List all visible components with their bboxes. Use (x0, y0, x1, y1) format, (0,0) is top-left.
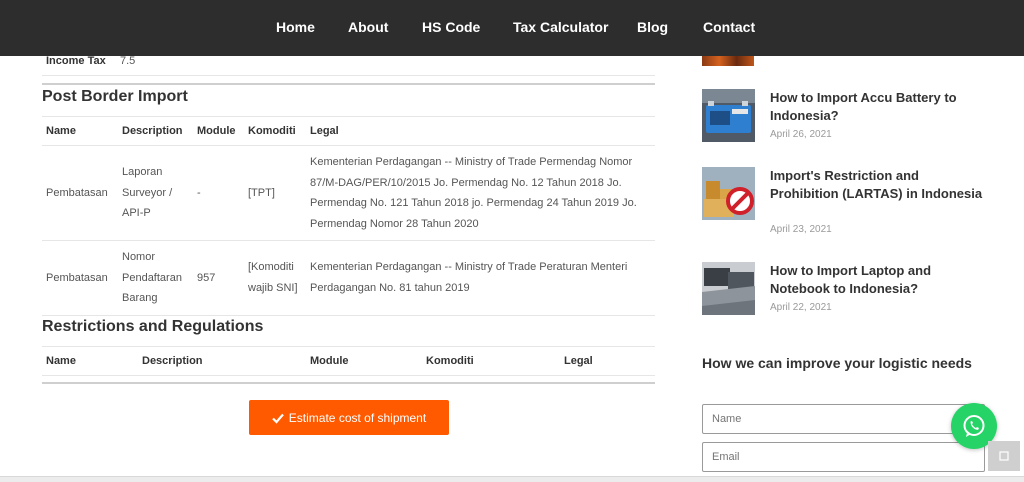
column-header-description: Description (118, 116, 193, 146)
scroll-to-top-button[interactable] (988, 441, 1020, 471)
whatsapp-icon (963, 415, 985, 437)
column-header-name: Name (42, 346, 138, 376)
table-header-row: Name Description Module Komoditi Legal (42, 116, 655, 146)
cell-module: 957 (193, 240, 244, 316)
nav-item-home[interactable]: Home (276, 19, 315, 35)
sidebar-post-date: April 23, 2021 (770, 224, 832, 235)
table-row: Pembatasan Laporan Surveyor / API-P - [T… (42, 145, 655, 241)
laptop-thumbnail[interactable] (702, 262, 755, 315)
post-border-import-title: Post Border Import (42, 88, 188, 105)
restriction-thumbnail[interactable] (702, 167, 755, 220)
cell-legal: Kementerian Perdagangan -- Ministry of T… (306, 240, 655, 316)
email-field[interactable] (702, 442, 985, 472)
sidebar-post-title[interactable]: How to Import Accu Battery to Indonesia? (770, 89, 985, 124)
section-divider (42, 83, 655, 85)
sidebar-post-date: April 22, 2021 (770, 302, 832, 313)
column-header-legal: Legal (560, 346, 655, 376)
check-icon (272, 413, 284, 424)
sidebar-post-date: April 26, 2021 (770, 129, 832, 140)
nav-item-tax-calculator[interactable]: Tax Calculator (513, 19, 608, 35)
column-header-description: Description (138, 346, 306, 376)
column-header-komoditi: Komoditi (244, 116, 306, 146)
nav-item-contact[interactable]: Contact (703, 19, 755, 35)
cell-module: - (193, 145, 244, 241)
column-header-module: Module (306, 346, 422, 376)
battery-thumbnail[interactable] (702, 89, 755, 142)
main-content: Income Tax 7.5 Post Border Import Name D… (0, 0, 680, 482)
table-row: Pembatasan Nomor Pendaftaran Barang 957 … (42, 240, 655, 316)
income-tax-value: 7.5 (120, 55, 136, 67)
post-border-import-table: Name Description Module Komoditi Legal P… (42, 116, 655, 316)
top-navigation: Home About HS Code Tax Calculator Blog C… (0, 0, 1024, 56)
cell-name: Pembatasan (42, 240, 118, 316)
logistic-form-title: How we can improve your logistic needs (702, 355, 972, 371)
cell-name: Pembatasan (42, 145, 118, 241)
nav-item-blog[interactable]: Blog (637, 19, 668, 35)
cell-description: Nomor Pendaftaran Barang (118, 240, 193, 316)
section-divider (42, 382, 655, 384)
column-header-legal: Legal (306, 116, 655, 146)
nav-item-hs-code[interactable]: HS Code (422, 19, 480, 35)
estimate-cost-button[interactable]: Estimate cost of shipment (249, 400, 449, 435)
restrictions-table: Name Description Module Komoditi Legal (42, 346, 655, 376)
restrictions-title: Restrictions and Regulations (42, 318, 264, 335)
estimate-cost-label: Estimate cost of shipment (288, 410, 427, 425)
cell-komoditi: [TPT] (244, 145, 306, 241)
window-scrollbar[interactable] (0, 476, 1024, 482)
nav-item-about[interactable]: About (348, 19, 388, 35)
income-tax-label: Income Tax (46, 55, 106, 67)
sidebar-post-title[interactable]: How to Import Laptop and Notebook to Ind… (770, 262, 985, 297)
column-header-komoditi: Komoditi (422, 346, 560, 376)
scroll-up-icon (999, 451, 1009, 461)
table-header-row: Name Description Module Komoditi Legal (42, 346, 655, 376)
name-field[interactable] (702, 404, 985, 434)
cell-description: Laporan Surveyor / API-P (118, 145, 193, 241)
cell-legal: Kementerian Perdagangan -- Ministry of T… (306, 145, 655, 241)
column-header-module: Module (193, 116, 244, 146)
sidebar-post-title[interactable]: Import's Restriction and Prohibition (LA… (770, 167, 985, 202)
cell-komoditi: [Komoditi wajib SNI] (244, 240, 306, 316)
column-header-name: Name (42, 116, 118, 146)
